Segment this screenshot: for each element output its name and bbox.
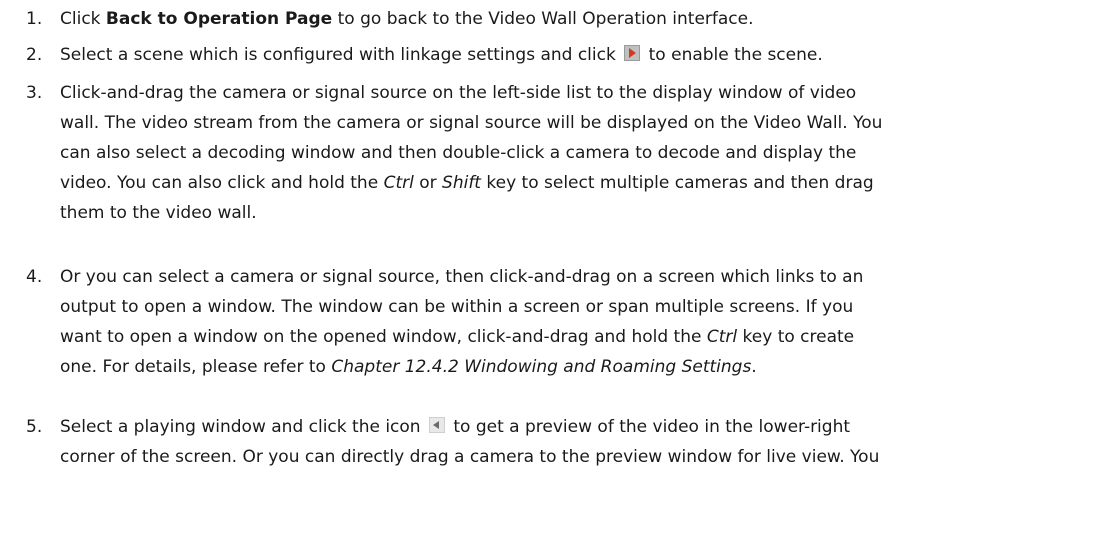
ctrl-key-term: Ctrl <box>706 327 738 347</box>
preview-arrow-icon <box>428 417 445 433</box>
back-to-operation-page-label: Back to Operation Page <box>105 9 333 29</box>
step-4: 4. Or you can select a camera or signal … <box>0 262 1100 382</box>
step-text: Or you can select a camera or signal sou… <box>60 267 864 377</box>
step-number: 3. <box>26 83 43 103</box>
ctrl-key-term: Ctrl <box>383 173 414 193</box>
step-5: 5. Select a playing window and click the… <box>0 412 1100 472</box>
step-text: Select a playing window and click the ic… <box>60 417 880 467</box>
step-number: 5. <box>26 417 43 437</box>
step-text: Click Back to Operation Page to go back … <box>60 9 754 29</box>
chapter-reference: Chapter 12.4.2 Windowing and Roaming Set… <box>331 357 752 377</box>
step-text: Select a scene which is configured with … <box>60 45 823 65</box>
step-number: 4. <box>26 267 43 287</box>
step-1: 1. Click Back to Operation Page to go ba… <box>0 4 1100 34</box>
step-3: 3. Click-and-drag the camera or signal s… <box>0 78 1100 228</box>
play-enable-icon <box>624 45 641 61</box>
step-number: 1. <box>26 9 43 29</box>
step-text: Click-and-drag the camera or signal sour… <box>60 83 883 223</box>
shift-key-term: Shift <box>442 173 481 193</box>
step-number: 2. <box>26 45 43 65</box>
document-page: 1. Click Back to Operation Page to go ba… <box>0 0 1101 533</box>
step-2: 2. Select a scene which is configured wi… <box>0 40 1100 70</box>
